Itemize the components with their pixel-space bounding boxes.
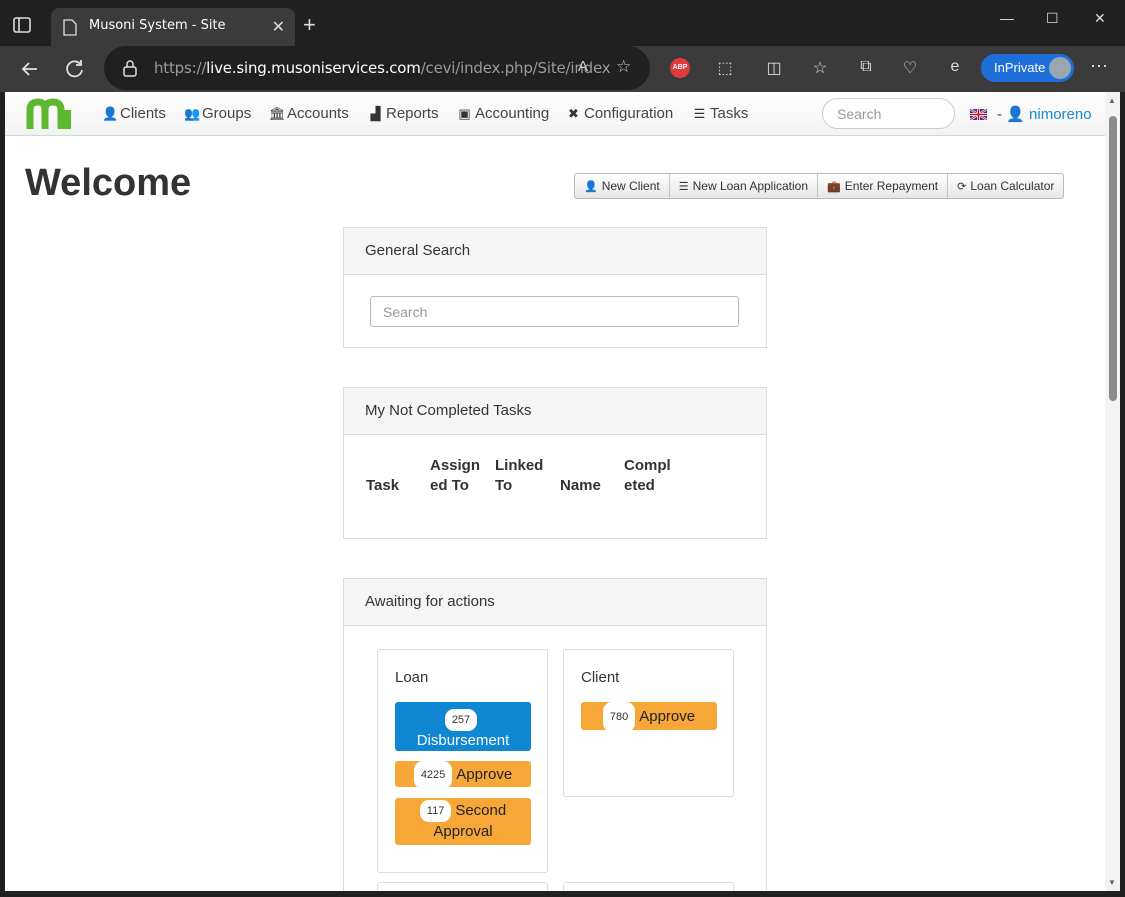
profile-avatar <box>1049 57 1071 79</box>
page-scrollbar[interactable]: ▲ ▼ <box>1105 92 1120 891</box>
window-close-icon[interactable]: ✕ <box>1094 10 1106 27</box>
refresh-icon[interactable] <box>62 56 88 82</box>
nav-tasks[interactable]: ☰ Tasks <box>692 105 749 122</box>
panel-title: General Search <box>344 228 766 275</box>
loan-calculator-button[interactable]: ⟳ Loan Calculator <box>948 174 1063 198</box>
more-actions-box <box>563 882 734 891</box>
more-options-icon[interactable]: ⋯ <box>1090 56 1108 77</box>
wrench-icon: ✖ <box>568 106 579 121</box>
musoni-logo[interactable] <box>25 98 73 130</box>
user-menu[interactable]: - 👤 nimoreno <box>997 105 1092 123</box>
extensions-icon[interactable]: ⬚ <box>714 58 736 80</box>
column-header: Task <box>366 477 400 494</box>
column-header: Name <box>560 477 601 494</box>
username: nimoreno <box>1029 106 1092 123</box>
client-approve-button[interactable]: 780 Approve <box>581 702 717 732</box>
browser-essentials-icon[interactable]: ♡ <box>899 58 921 80</box>
list-icon: ☰ <box>678 181 689 193</box>
enter-repayment-button[interactable]: 💼 Enter Repayment <box>818 174 949 198</box>
nav-groups[interactable]: 👥 Groups <box>184 105 251 122</box>
favorites-icon[interactable]: ☆ <box>809 58 831 80</box>
read-aloud-icon[interactable]: A <box>578 58 588 75</box>
person-icon: 👤 <box>102 106 119 121</box>
back-icon[interactable] <box>17 56 43 82</box>
panel-title: Awaiting for actions <box>344 579 766 626</box>
more-actions-box <box>377 882 548 891</box>
group-icon: 👥 <box>184 106 201 121</box>
scroll-up-icon[interactable]: ▲ <box>1108 96 1116 105</box>
page-icon <box>63 19 77 36</box>
disbursement-button[interactable]: 257 Disbursement <box>395 702 531 751</box>
new-client-button[interactable]: 👤 New Client <box>575 174 670 198</box>
count-badge: 117 <box>419 800 452 822</box>
loan-actions-box: Loan 257 Disbursement 4225 Approve 117 Sec… <box>377 649 548 873</box>
column-header: Linked To <box>495 457 544 494</box>
new-loan-application-button[interactable]: ☰ New Loan Application <box>670 174 819 198</box>
count-badge: 257 <box>444 709 478 731</box>
box-title: Loan <box>395 669 429 686</box>
nav-clients[interactable]: 👤 Clients <box>102 105 166 122</box>
person-icon: 👤 <box>584 181 598 193</box>
quick-actions: 👤 New Client ☰ New Loan Application 💼 Enter… <box>574 173 1065 199</box>
tab-actions-icon[interactable] <box>10 13 34 37</box>
bar-chart-icon: ▟ <box>370 106 381 121</box>
briefcase-icon: 💼 <box>827 181 841 193</box>
url-text: https://live.sing.musoniservices.com/cev… <box>154 59 611 77</box>
address-bar[interactable]: https://live.sing.musoniservices.com/cev… <box>104 46 650 90</box>
favorite-star-icon[interactable]: ☆ <box>616 57 631 77</box>
nav-accounts[interactable]: 🏛Accounts <box>269 105 349 122</box>
nav-reports[interactable]: ▟ Reports <box>368 105 439 122</box>
browser-tab-bar: Musoni System - Site ✕ + — ☐ ✕ <box>0 0 1125 50</box>
client-actions-box: Client 780 Approve <box>563 649 734 797</box>
bank-icon: 🏛 <box>269 106 286 121</box>
uk-flag-icon[interactable] <box>970 109 987 120</box>
second-approval-button[interactable]: 117 Second Approval <box>395 798 531 845</box>
refresh-icon: ⟳ <box>957 181 967 193</box>
tab-title: Musoni System - Site <box>89 18 226 33</box>
adblock-icon[interactable]: ABP <box>670 58 690 78</box>
column-header: Compl eted <box>624 457 671 494</box>
page-viewport: 👤 Clients 👥 Groups 🏛Accounts ▟ Reports ▣ Acc… <box>5 92 1120 891</box>
new-tab-icon[interactable]: + <box>303 12 316 38</box>
general-search-panel: General Search Search <box>343 227 767 348</box>
list-icon: ☰ <box>693 106 706 121</box>
app-navbar: 👤 Clients 👥 Groups 🏛Accounts ▟ Reports ▣ Acc… <box>5 92 1105 136</box>
minimize-icon[interactable]: — <box>1000 10 1014 26</box>
person-icon: 👤 <box>1006 106 1025 123</box>
loan-approve-button[interactable]: 4225 Approve <box>395 761 531 789</box>
count-badge: 4225 <box>413 761 453 789</box>
collections-icon[interactable]: ⧉ <box>855 58 877 80</box>
close-tab-icon[interactable]: ✕ <box>272 17 285 37</box>
nav-configuration[interactable]: ✖ Configuration <box>566 105 673 122</box>
scroll-down-icon[interactable]: ▼ <box>1108 878 1116 887</box>
maximize-icon[interactable]: ☐ <box>1046 10 1059 27</box>
inprivate-button[interactable]: InPrivate <box>981 54 1074 82</box>
browser-tab[interactable]: Musoni System - Site ✕ <box>51 8 295 46</box>
lock-icon <box>123 60 137 77</box>
not-completed-tasks-panel: My Not Completed Tasks Task Assign ed To… <box>343 387 767 539</box>
panel-title: My Not Completed Tasks <box>344 388 766 435</box>
navbar-search-input[interactable]: Search <box>822 98 955 129</box>
ie-mode-icon[interactable]: e <box>944 58 966 80</box>
general-search-input[interactable]: Search <box>370 296 739 327</box>
awaiting-actions-panel: Awaiting for actions Loan 257 Disburseme… <box>343 578 767 891</box>
box-title: Client <box>581 669 620 686</box>
count-badge: 780 <box>602 702 636 732</box>
nav-accounting[interactable]: ▣ Accounting <box>457 105 549 122</box>
split-screen-icon[interactable]: ◫ <box>763 58 785 80</box>
browser-toolbar: https://live.sing.musoniservices.com/cev… <box>0 46 1125 92</box>
page-title: Welcome <box>25 162 192 204</box>
money-icon: ▣ <box>458 106 471 121</box>
column-header: Assign ed To <box>430 457 481 494</box>
scrollbar-thumb[interactable] <box>1109 116 1117 401</box>
